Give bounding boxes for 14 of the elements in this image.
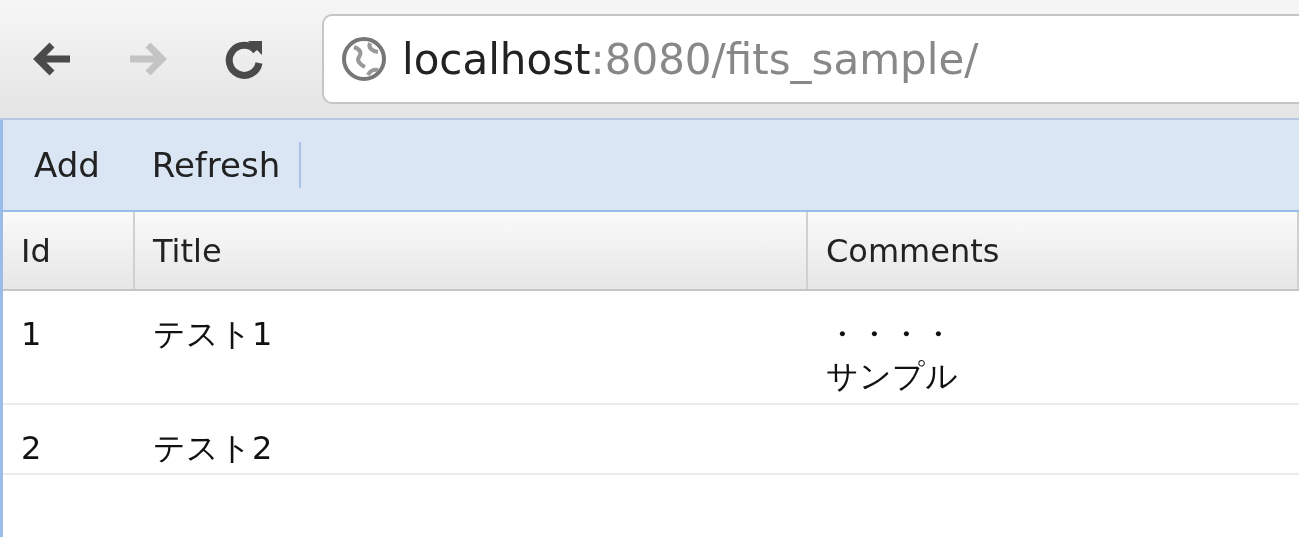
globe-icon: [340, 35, 388, 83]
table-cell: テスト1: [153, 315, 273, 353]
column-header[interactable]: Id: [3, 212, 135, 289]
comment-line: ・・・・: [826, 314, 954, 355]
column-header[interactable]: Title: [135, 212, 808, 289]
table-cell: 1: [21, 315, 42, 353]
comment-line: サンプル: [826, 356, 958, 397]
url-text: localhost:8080/fits_sample/: [402, 34, 979, 84]
table-cell: テスト2: [153, 429, 273, 467]
address-bar[interactable]: localhost:8080/fits_sample/: [322, 14, 1299, 104]
table-cell: 2: [21, 429, 42, 467]
toolbar-button[interactable]: Refresh: [138, 135, 294, 195]
toolbar-button[interactable]: Add: [21, 135, 113, 195]
column-header[interactable]: Comments: [808, 212, 1299, 289]
